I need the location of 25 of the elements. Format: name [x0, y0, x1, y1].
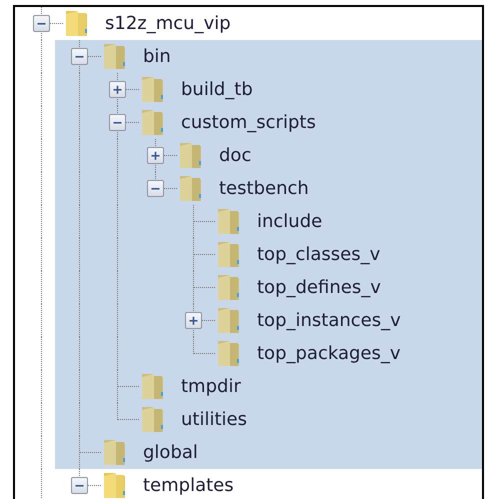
folder-name: templates: [143, 475, 234, 496]
folder-name: build_tb: [181, 79, 253, 100]
collapse-icon[interactable]: [109, 114, 126, 131]
folder-name: top_classes_v: [257, 244, 380, 265]
folder-name: include: [257, 211, 322, 232]
folder-name: global: [143, 442, 198, 463]
folder-name: tmpdir: [181, 376, 241, 397]
collapse-icon[interactable]: [33, 15, 50, 32]
expand-icon[interactable]: [185, 312, 202, 329]
collapse-icon[interactable]: [71, 477, 88, 494]
folder-name: bin: [143, 46, 171, 67]
expand-icon[interactable]: [109, 81, 126, 98]
expand-icon[interactable]: [147, 147, 164, 164]
folder-name: top_packages_v: [257, 343, 401, 364]
folder-name: top_instances_v: [257, 310, 401, 331]
collapse-icon[interactable]: [71, 48, 88, 65]
tree-row[interactable]: s12z_mcu_vip: [15, 7, 482, 40]
folder-name: s12z_mcu_vip: [105, 13, 231, 34]
collapse-icon[interactable]: [147, 180, 164, 197]
folder-name: utilities: [181, 409, 247, 430]
folder-name: testbench: [219, 178, 309, 199]
folder-name: doc: [219, 145, 252, 166]
folder-name: top_defines_v: [257, 277, 381, 298]
tree-row[interactable]: templates: [15, 469, 482, 499]
folder-name: custom_scripts: [181, 112, 316, 133]
